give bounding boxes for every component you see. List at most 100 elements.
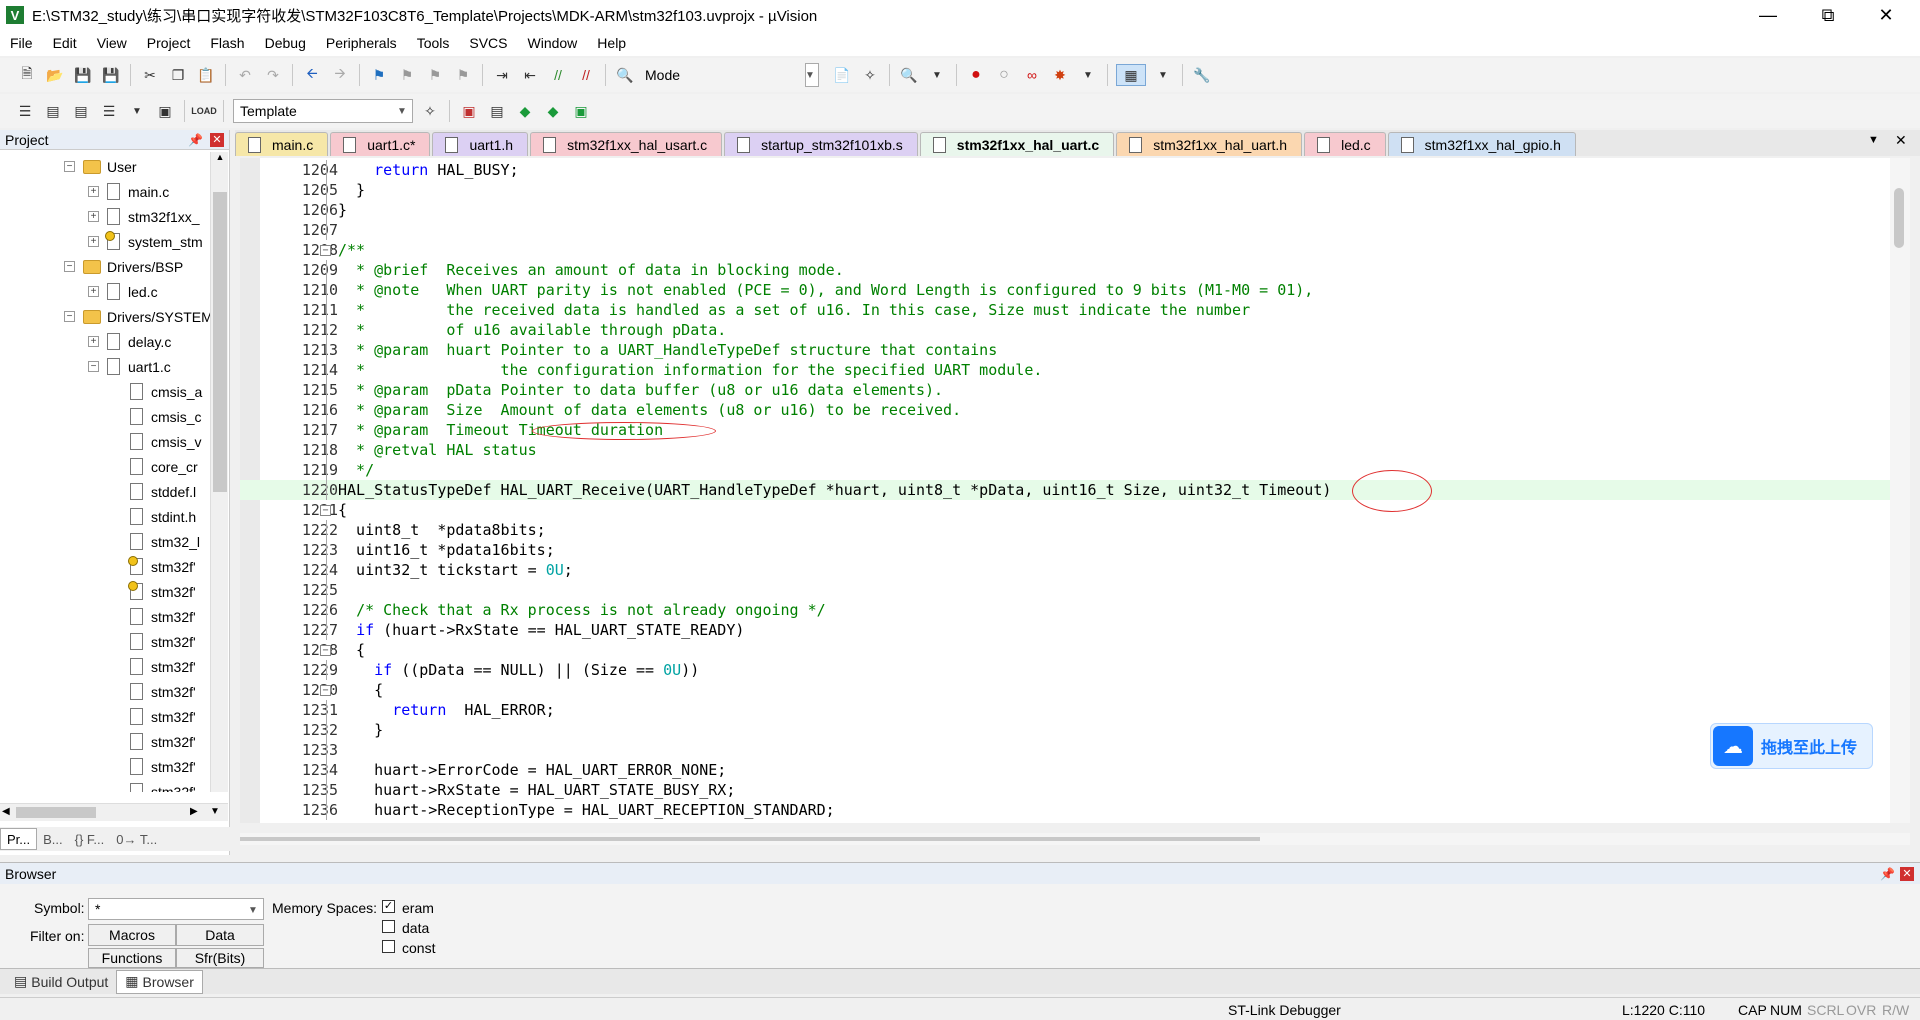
menu-help[interactable]: Help bbox=[587, 35, 636, 51]
code-editor[interactable]: 1204 return HAL_BUSY;1205 }1206}12071208… bbox=[240, 158, 1910, 823]
code-line[interactable]: 1227 if (huart->RxState == HAL_UART_STAT… bbox=[240, 620, 1890, 640]
code-line[interactable]: 1215 * @param pData Pointer to data buff… bbox=[240, 380, 1890, 400]
menu-view[interactable]: View bbox=[87, 35, 137, 51]
incremental-find-icon[interactable]: 📄 bbox=[831, 64, 853, 86]
pin-icon[interactable]: 📌 bbox=[1880, 867, 1895, 881]
code-line[interactable]: 1223 uint16_t *pdata16bits; bbox=[240, 540, 1890, 560]
tab-templates[interactable]: 0→ T... bbox=[110, 828, 163, 850]
translate-icon[interactable]: ☰ bbox=[14, 100, 36, 122]
code-line[interactable]: 1224 uint32_t tickstart = 0U; bbox=[240, 560, 1890, 580]
tree-file[interactable]: + delay.c bbox=[88, 329, 171, 354]
file-tab[interactable]: stm32f1xx_hal_uart.h bbox=[1116, 132, 1303, 156]
target-options-icon[interactable]: ✧ bbox=[419, 100, 441, 122]
code-line[interactable]: 1211 * the received data is handled as a… bbox=[240, 300, 1890, 320]
menu-debug[interactable]: Debug bbox=[255, 35, 316, 51]
code-line[interactable]: 1213 * @param huart Pointer to a UART_Ha… bbox=[240, 340, 1890, 360]
breakpoint-insert-icon[interactable]: ● bbox=[965, 64, 987, 86]
menu-project[interactable]: Project bbox=[137, 35, 201, 51]
build-dropdown-icon[interactable]: ▼ bbox=[126, 100, 148, 122]
symbol-input[interactable]: * ▼ bbox=[88, 898, 264, 920]
tab-list-dropdown-icon[interactable]: ▼ bbox=[1868, 134, 1879, 146]
unindent-icon[interactable]: ⇤ bbox=[519, 64, 541, 86]
debug-settings-icon[interactable]: ✧ bbox=[859, 64, 881, 86]
filter-functions-button[interactable]: Functions bbox=[88, 948, 176, 968]
code-line[interactable]: 1205 } bbox=[240, 180, 1890, 200]
bookmark-icon[interactable]: ⚑ bbox=[368, 64, 390, 86]
tree-horizontal-scrollbar[interactable]: ◀ ▶ ▼ bbox=[0, 803, 228, 821]
tree-file[interactable]: core_cr bbox=[130, 454, 198, 479]
paste-icon[interactable]: 📋 bbox=[195, 64, 217, 86]
tree-file[interactable]: + system_stm bbox=[88, 229, 203, 254]
menu-edit[interactable]: Edit bbox=[43, 35, 87, 51]
mode-dropdown[interactable]: ▼ bbox=[805, 63, 819, 87]
tree-file[interactable]: + stm32f1xx_ bbox=[88, 204, 200, 229]
cut-icon[interactable]: ✂ bbox=[139, 64, 161, 86]
expand-icon[interactable]: + bbox=[88, 211, 99, 222]
menu-window[interactable]: Window bbox=[518, 35, 588, 51]
tree-file[interactable]: stm32f' bbox=[128, 579, 196, 604]
file-tab[interactable]: stm32f1xx_hal_usart.c bbox=[530, 132, 723, 156]
tree-file[interactable]: stm32f' bbox=[130, 729, 196, 754]
code-line[interactable]: 1207 bbox=[240, 220, 1890, 240]
close-button[interactable]: ✕ bbox=[1858, 0, 1914, 30]
code-line[interactable]: 1214 * the configuration information for… bbox=[240, 360, 1890, 380]
file-tab[interactable]: main.c bbox=[235, 132, 329, 156]
tree-folder[interactable]: − User bbox=[64, 154, 137, 179]
tree-file[interactable]: stm32f' bbox=[130, 704, 196, 729]
editor-horizontal-scrollbar[interactable] bbox=[240, 833, 1910, 845]
window-layout-icon[interactable]: ▦ bbox=[1116, 64, 1146, 86]
code-line[interactable]: 1219 */ bbox=[240, 460, 1890, 480]
filter-data-button[interactable]: Data bbox=[176, 924, 264, 946]
tab-books[interactable]: B... bbox=[37, 828, 69, 850]
drag-upload-button[interactable]: ☁ 拖拽至此上传 bbox=[1710, 723, 1873, 769]
code-line[interactable]: 1216 * @param Size Amount of data elemen… bbox=[240, 400, 1890, 420]
file-tab[interactable]: uart1.h bbox=[432, 132, 529, 156]
copy-icon[interactable]: ❐ bbox=[167, 64, 189, 86]
close-tab-icon[interactable]: ✕ bbox=[1895, 132, 1907, 149]
tree-file[interactable]: + led.c bbox=[88, 279, 158, 304]
stop-build-icon[interactable]: ▣ bbox=[154, 100, 176, 122]
code-line[interactable]: 1222 uint8_t *pdata8bits; bbox=[240, 520, 1890, 540]
code-line[interactable]: 1229 if ((pData == NULL) || (Size == 0U)… bbox=[240, 660, 1890, 680]
code-line[interactable]: 1212 * of u16 available through pData. bbox=[240, 320, 1890, 340]
code-line[interactable]: 1218 * @retval HAL status bbox=[240, 440, 1890, 460]
code-line[interactable]: 1235 huart->RxState = HAL_UART_STATE_BUS… bbox=[240, 780, 1890, 800]
download-icon[interactable]: LOAD bbox=[191, 100, 217, 122]
breakpoint-disable-icon[interactable]: ○ bbox=[993, 64, 1015, 86]
scroll-thumb[interactable] bbox=[213, 192, 227, 492]
tab-build-output[interactable]: ▤ Build Output bbox=[6, 970, 116, 994]
tree-file[interactable]: stm32f' bbox=[128, 554, 196, 579]
code-line[interactable]: 1208−/** bbox=[240, 240, 1890, 260]
menu-flash[interactable]: Flash bbox=[200, 35, 254, 51]
code-line[interactable]: 1217 * @param Timeout Timeout duration bbox=[240, 420, 1890, 440]
code-line[interactable]: 1231 return HAL_ERROR; bbox=[240, 700, 1890, 720]
uncomment-icon[interactable]: // bbox=[575, 64, 597, 86]
code-line[interactable]: 1225 bbox=[240, 580, 1890, 600]
code-line[interactable]: 1228− { bbox=[240, 640, 1890, 660]
file-tab[interactable]: stm32f1xx_hal_gpio.h bbox=[1387, 132, 1576, 156]
tree-file[interactable]: cmsis_a bbox=[130, 379, 202, 404]
prev-bookmark-icon[interactable]: ⚑ bbox=[396, 64, 418, 86]
configure-icon[interactable]: 🔧 bbox=[1191, 64, 1213, 86]
code-line[interactable]: 1204 return HAL_BUSY; bbox=[240, 160, 1890, 180]
fold-toggle-icon[interactable]: − bbox=[320, 685, 331, 696]
code-line[interactable]: 1210 * @note When UART parity is not ena… bbox=[240, 280, 1890, 300]
tree-file[interactable]: stddef.l bbox=[130, 479, 196, 504]
tree-file[interactable]: cmsis_v bbox=[130, 429, 202, 454]
filter-sfr-bits-button[interactable]: Sfr(Bits) bbox=[176, 948, 264, 968]
redo-icon[interactable]: ↷ bbox=[262, 64, 284, 86]
code-line[interactable]: 1230− { bbox=[240, 680, 1890, 700]
menu-file[interactable]: File bbox=[0, 35, 43, 51]
tree-folder[interactable]: − Drivers/SYSTEM bbox=[64, 304, 210, 329]
open-folder-icon[interactable]: 📂 bbox=[44, 64, 66, 86]
close-icon[interactable]: ✕ bbox=[210, 132, 224, 147]
pack-installer-icon[interactable]: ◆ bbox=[514, 100, 536, 122]
undo-icon[interactable]: ↶ bbox=[234, 64, 256, 86]
clear-bookmarks-icon[interactable]: ⚑ bbox=[452, 64, 474, 86]
code-line[interactable]: 1234 huart->ErrorCode = HAL_UART_ERROR_N… bbox=[240, 760, 1890, 780]
tree-file[interactable]: stm32_l bbox=[130, 529, 200, 554]
scroll-down-icon[interactable]: ▼ bbox=[210, 806, 220, 817]
comment-icon[interactable]: // bbox=[547, 64, 569, 86]
rebuild-icon[interactable]: ▤ bbox=[70, 100, 92, 122]
tree-vertical-scrollbar[interactable]: ▲ bbox=[210, 152, 228, 792]
